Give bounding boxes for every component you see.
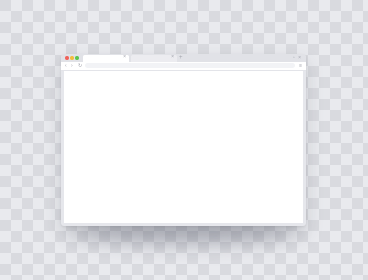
tab-close-icon[interactable]: × xyxy=(123,54,126,61)
navigation-toolbar: ‹ › ↻ ≡ xyxy=(61,62,306,71)
tab-bar: × × + ▫ × xyxy=(61,54,306,62)
tab-close-icon[interactable]: × xyxy=(171,54,174,61)
window-controls-icon[interactable]: ▫ × xyxy=(293,54,302,62)
address-bar[interactable] xyxy=(85,63,295,68)
maximize-window-dot[interactable] xyxy=(75,56,79,60)
tab-active[interactable]: × xyxy=(83,54,129,62)
back-icon[interactable]: ‹ xyxy=(65,62,67,70)
page-content-area xyxy=(64,71,303,223)
close-window-dot[interactable] xyxy=(65,56,69,60)
reload-icon[interactable]: ↻ xyxy=(78,62,82,70)
tab-inactive[interactable]: × xyxy=(131,54,177,62)
minimize-window-dot[interactable] xyxy=(70,56,74,60)
new-tab-icon[interactable]: + xyxy=(179,54,183,62)
browser-window-mockup: × × + ▫ × ‹ › ↻ ≡ xyxy=(61,54,306,226)
menu-icon[interactable]: ≡ xyxy=(299,62,302,70)
forward-icon[interactable]: › xyxy=(71,62,73,70)
